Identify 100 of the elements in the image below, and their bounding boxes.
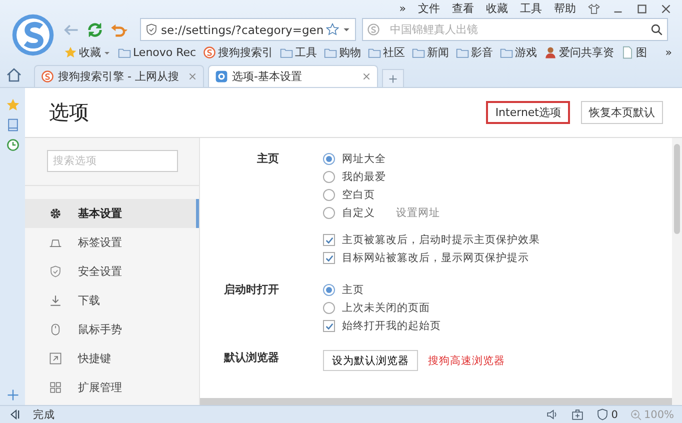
star-icon[interactable] — [6, 98, 20, 112]
radio-button[interactable] — [323, 189, 335, 201]
radio-button[interactable] — [323, 171, 335, 183]
sogou-s-icon — [41, 70, 54, 83]
radio-button[interactable] — [323, 207, 335, 219]
shield-icon — [596, 408, 610, 421]
checkbox[interactable] — [323, 320, 335, 332]
menu-item[interactable]: 工具 — [520, 1, 542, 16]
star-icon — [64, 46, 77, 59]
bookmark-item[interactable]: 社区 — [368, 45, 406, 60]
menu-item[interactable]: 文件 — [418, 1, 440, 16]
overflow-chevron[interactable]: » — [399, 2, 406, 15]
zoom-icon — [630, 408, 642, 420]
close-icon[interactable] — [660, 2, 672, 14]
star-outline-icon[interactable] — [326, 23, 339, 36]
option-label: 主页被篡改后，启动时提示主页保护效果 — [342, 233, 540, 247]
option-label: 我的最爱 — [342, 170, 386, 184]
warning-text: 搜狗高速浏览器 — [428, 354, 505, 368]
browser-tab[interactable]: 搜狗搜索引擎 - 上网从搜 — [34, 65, 204, 87]
shortcut-icon — [49, 352, 62, 365]
menu-item[interactable]: 查看 — [452, 1, 474, 16]
header-button[interactable]: 恢复本页默认 — [581, 101, 663, 124]
refresh-icon[interactable] — [86, 20, 104, 38]
folder-icon — [368, 46, 382, 59]
grid-icon — [49, 381, 62, 394]
close-icon[interactable] — [362, 72, 371, 81]
bookmark-item[interactable]: 影音 — [456, 45, 494, 60]
radio-button[interactable] — [323, 302, 335, 314]
sogou-s-icon — [203, 46, 216, 59]
radio-button[interactable] — [323, 153, 335, 165]
folder-icon — [280, 46, 294, 59]
overflow-chevron[interactable]: » — [665, 46, 672, 59]
horizontal-scrollbar[interactable] — [200, 398, 672, 405]
status-text: 完成 — [33, 408, 56, 422]
section-label: 主页 — [256, 151, 280, 167]
shield-icon — [49, 265, 62, 278]
folder-icon — [500, 46, 514, 59]
search-field[interactable]: 搜索选项 — [47, 150, 178, 172]
option-label: 自定义 — [342, 206, 375, 220]
option-label: 空白页 — [342, 188, 375, 202]
nav-item[interactable]: 基本设置 — [25, 199, 199, 228]
plus-icon[interactable] — [6, 389, 18, 401]
bookmark-item[interactable]: 新闻 — [412, 45, 450, 60]
section-label: 默认浏览器 — [222, 350, 280, 366]
book-icon[interactable] — [6, 118, 20, 132]
folder-icon — [412, 46, 426, 59]
page-icon — [621, 46, 634, 59]
page-title: 选项 — [49, 99, 90, 126]
vertical-scrollbar[interactable] — [672, 138, 682, 405]
radio-button[interactable] — [323, 284, 335, 296]
plus-icon — [388, 74, 398, 84]
skin-shirt-icon[interactable] — [588, 2, 600, 14]
section-label: 启动时打开 — [223, 282, 280, 298]
collapse-sidebar-icon[interactable] — [8, 408, 21, 421]
bookmark-item[interactable]: 游戏 — [500, 45, 538, 60]
bookmark-item[interactable]: 搜狗搜索引 — [203, 45, 274, 60]
sogou-s-icon — [367, 23, 380, 36]
nav-item[interactable]: 快捷键 — [25, 344, 199, 373]
set-default-button[interactable]: 设为默认浏览器 — [323, 350, 418, 371]
nav-item[interactable]: 下载 — [25, 286, 199, 315]
home-icon[interactable] — [6, 67, 22, 83]
bookmark-item[interactable]: 图 — [621, 45, 648, 60]
bookmark-item[interactable]: Lenovo Rec — [118, 46, 196, 59]
option-label: 上次未关闭的页面 — [342, 301, 430, 315]
download-icon — [49, 294, 62, 307]
nav-item[interactable]: 扩展管理 — [25, 373, 199, 402]
folder-icon — [456, 46, 470, 59]
checkbox[interactable] — [323, 234, 335, 246]
address-bar[interactable]: se://settings/?category=gen — [140, 18, 356, 41]
search-field[interactable]: 中国锦鲤真人出镜 — [362, 18, 668, 41]
bookmark-item[interactable]: 爱问共享资 — [544, 45, 614, 60]
nav-item[interactable]: 鼠标手势 — [25, 315, 199, 344]
set-url-link[interactable]: 设置网址 — [396, 206, 440, 220]
option-label: 始终打开我的起始页 — [342, 319, 441, 333]
person-icon — [544, 46, 558, 59]
nav-item[interactable]: 标签设置 — [25, 228, 199, 257]
folder-icon — [118, 46, 131, 59]
option-label: 主页 — [342, 283, 364, 297]
maximize-icon[interactable] — [636, 2, 648, 14]
bookmark-item[interactable]: 收藏 — [64, 45, 111, 60]
gear-icon — [215, 70, 228, 83]
option-label: 目标网站被篡改后，显示网页保护提示 — [342, 251, 529, 265]
gear-icon — [49, 207, 62, 220]
blocked-counter[interactable]: 0 — [596, 408, 618, 421]
browser-logo-icon — [11, 12, 55, 58]
search-icon[interactable] — [650, 23, 663, 36]
menu-item[interactable]: 收藏 — [486, 1, 508, 16]
clock-icon[interactable] — [6, 138, 20, 152]
header-button[interactable]: Internet选项 — [486, 101, 570, 124]
menu-item[interactable]: 帮助 — [554, 1, 576, 16]
close-icon[interactable] — [188, 72, 197, 81]
browser-tab[interactable]: 选项-基本设置 — [208, 65, 378, 87]
new-tab-button[interactable] — [382, 69, 404, 87]
extension-icon[interactable] — [571, 408, 584, 421]
bookmark-item[interactable]: 购物 — [324, 45, 362, 60]
checkbox[interactable] — [323, 252, 335, 264]
mouse-icon — [49, 323, 62, 336]
nav-item[interactable]: 安全设置 — [25, 257, 199, 286]
bookmark-item[interactable]: 工具 — [280, 45, 318, 60]
option-label: 网址大全 — [342, 152, 386, 166]
